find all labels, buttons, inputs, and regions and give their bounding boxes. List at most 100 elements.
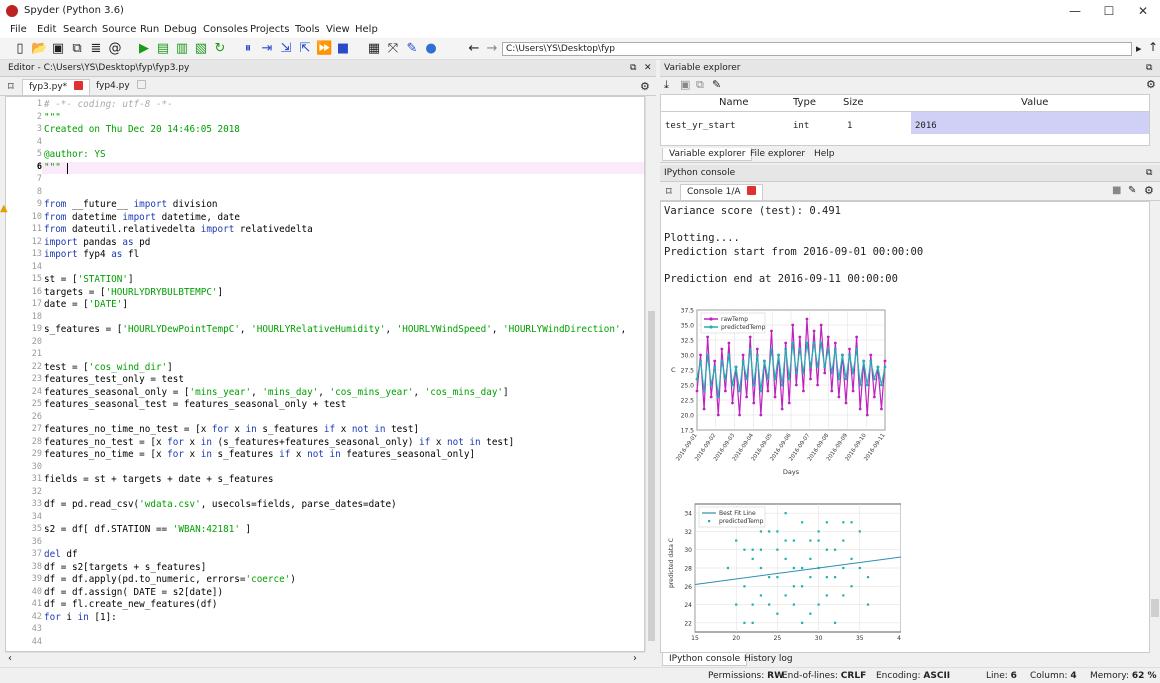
back-arrow-icon[interactable]: ← [466, 41, 482, 57]
tab-help[interactable]: Help [808, 148, 841, 160]
close-tab-icon[interactable] [74, 81, 84, 90]
undock-icon[interactable]: ⧉ [630, 63, 636, 73]
code-editor[interactable]: 1 2 3 4 5 6 7 8 9 10 11 12 13 14 15 16 17 18 19 20 21 22 23 24 2… [5, 96, 645, 652]
debug-icon[interactable]: ⏸ [240, 41, 256, 57]
code-line[interactable]: df = fl.create_new_features(df) [44, 599, 218, 610]
scroll-thumb[interactable] [1151, 599, 1159, 617]
code-line[interactable]: from datetime import datetime, date [44, 212, 240, 223]
forward-arrow-icon[interactable]: → [484, 41, 500, 57]
options-gear-icon[interactable]: ⚙ [640, 80, 650, 93]
new-file-icon[interactable]: ▯ [12, 41, 28, 57]
list-icon[interactable]: ≣ [88, 41, 104, 57]
menu-consoles[interactable]: Consoles [203, 24, 248, 35]
stop-kernel-icon[interactable]: ■ [1112, 185, 1121, 196]
options-gear-icon[interactable]: ⚙ [1146, 78, 1156, 91]
browse-tabs-icon[interactable]: ⌑ [8, 80, 14, 93]
save-data-icon[interactable]: ▣ [680, 78, 690, 91]
run-cell-icon[interactable]: ▤ [155, 41, 171, 57]
step-return-icon[interactable]: ⇱ [297, 41, 313, 57]
scroll-left-icon[interactable]: ‹ [8, 653, 12, 664]
preferences-wrench-icon[interactable]: ✎ [404, 41, 420, 57]
code-line[interactable]: features_seasonal_test = features_season… [44, 399, 346, 410]
code-line[interactable]: targets = ['HOURLYDRYBULBTEMPC'] [44, 287, 223, 298]
var-value[interactable]: 2016 [915, 121, 937, 131]
menu-search[interactable]: Search [63, 24, 97, 35]
code-line[interactable]: from dateutil.relativedelta import relat… [44, 224, 313, 235]
tab-ipython-console[interactable]: IPython console [662, 653, 748, 666]
scroll-thumb[interactable] [648, 311, 655, 641]
code-line[interactable]: import pandas as pd [44, 237, 150, 248]
code-line[interactable]: for i in [1]: [44, 612, 117, 623]
tab-fyp4[interactable]: fyp4.py [90, 79, 152, 95]
save-all-icon[interactable]: ⧉ [69, 41, 85, 57]
console-scrollbar[interactable] [1150, 201, 1160, 653]
save-as-icon[interactable]: ⧉ [696, 78, 704, 92]
menu-run[interactable]: Run [140, 24, 159, 35]
column-header-type[interactable]: Type [793, 97, 816, 108]
column-header-size[interactable]: Size [843, 97, 864, 108]
clear-console-icon[interactable]: ✎ [1128, 185, 1136, 196]
continue-icon[interactable]: ⏩ [316, 41, 332, 57]
code-line[interactable]: import fyp4 as fl [44, 249, 139, 260]
import-data-icon[interactable]: ⤓ [664, 78, 669, 92]
code-line[interactable]: del df [44, 549, 78, 560]
run-cell-advance-icon[interactable]: ▥ [174, 41, 190, 57]
code-line[interactable]: df = df.assign( DATE = s2[date]) [44, 587, 223, 598]
editor-vertical-scrollbar[interactable] [645, 96, 656, 652]
editor-horizontal-scrollbar[interactable]: ‹ › [5, 652, 645, 664]
code-line[interactable]: features_no_time_no_test = [x for x in s… [44, 424, 419, 435]
python-path-icon[interactable]: ● [423, 41, 439, 57]
close-button[interactable]: ✕ [1128, 2, 1158, 20]
code-line[interactable]: df = pd.read_csv('wdata.csv', usecols=fi… [44, 499, 397, 510]
column-header-value[interactable]: Value [1021, 97, 1048, 108]
ipython-console-output[interactable]: Variance score (test): 0.491 Plotting....… [660, 201, 1150, 653]
code-line[interactable]: features_seasonal_only = ['mins_year', '… [44, 387, 509, 398]
menu-help[interactable]: Help [355, 24, 378, 35]
menu-projects[interactable]: Projects [250, 24, 289, 35]
code-line[interactable]: s_features = ['HOURLYDewPointTempC', 'HO… [44, 324, 626, 335]
menu-edit[interactable]: Edit [37, 24, 56, 35]
code-line[interactable]: st = ['STATION'] [44, 274, 134, 285]
code-line[interactable]: Created on Thu Dec 20 14:46:05 2018 [44, 124, 240, 135]
code-line[interactable]: df = s2[targets + s_features] [44, 562, 206, 573]
tab-variable-explorer[interactable]: Variable explorer [662, 148, 753, 161]
warning-icon[interactable]: ▲ [0, 203, 8, 214]
undock-icon[interactable]: ⧉ [1146, 168, 1152, 178]
code-line[interactable]: features_test_only = test [44, 374, 184, 385]
rerun-icon[interactable]: ↻ [212, 41, 228, 57]
browse-directory-icon[interactable]: ▸ [1136, 42, 1142, 55]
maximize-pane-icon[interactable]: ▦ [366, 41, 382, 57]
close-tab-icon[interactable] [747, 186, 757, 195]
variable-table[interactable]: Name Type Size Value test_yr_start int 1… [660, 94, 1150, 146]
code-line[interactable]: s2 = df[ df.STATION == 'WBAN:42181' ] [44, 524, 251, 535]
code-line[interactable]: date = ['DATE'] [44, 299, 128, 310]
working-directory-input[interactable]: C:\Users\YS\Desktop\fyp [502, 42, 1132, 56]
code-line[interactable]: @author: YS [44, 149, 106, 160]
options-gear-icon[interactable]: ⚙ [1144, 184, 1154, 197]
code-line[interactable]: features_no_time = [x for x in s_feature… [44, 449, 475, 460]
fullscreen-icon[interactable]: ⤧ [385, 41, 401, 57]
browse-tabs-icon[interactable]: ⌑ [666, 185, 672, 198]
run-icon[interactable]: ▶ [136, 41, 152, 57]
step-into-icon[interactable]: ⇲ [278, 41, 294, 57]
stop-debug-icon[interactable]: ■ [335, 41, 351, 57]
code-line[interactable]: test = ['cos_wind_dir'] [44, 362, 173, 373]
tab-console-1a[interactable]: Console 1/A [680, 184, 764, 200]
open-file-icon[interactable]: 📂 [31, 41, 47, 57]
remove-all-icon[interactable]: ✎ [712, 78, 721, 91]
code-line[interactable]: features_no_test = [x for x in (s_featur… [44, 437, 514, 448]
code-line[interactable]: from __future__ import division [44, 199, 218, 210]
run-selection-icon[interactable]: ▧ [193, 41, 209, 57]
code-line[interactable]: # -*- coding: utf-8 -*- [44, 99, 173, 110]
parent-directory-icon[interactable]: ↑ [1148, 40, 1158, 54]
save-icon[interactable]: ▣ [50, 41, 66, 57]
scroll-right-icon[interactable]: › [633, 653, 637, 664]
minimize-button[interactable]: — [1060, 2, 1090, 20]
tab-fyp3[interactable]: fyp3.py* [22, 79, 91, 95]
var-name[interactable]: test_yr_start [665, 121, 735, 131]
code-line[interactable]: """ [44, 162, 61, 173]
column-header-name[interactable]: Name [719, 97, 749, 108]
menu-debug[interactable]: Debug [164, 24, 197, 35]
close-pane-icon[interactable]: ✕ [644, 63, 652, 73]
tab-file-explorer[interactable]: File explorer [744, 148, 811, 160]
